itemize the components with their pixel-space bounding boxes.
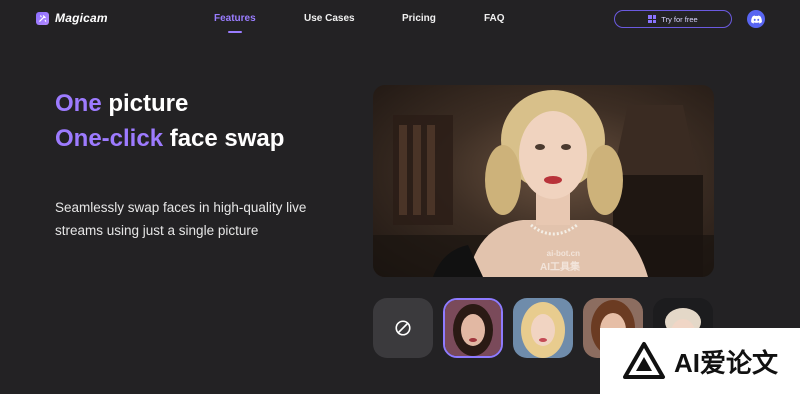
discord-button[interactable]	[747, 10, 765, 28]
no-symbol-icon	[395, 320, 411, 336]
headline-line-2: One-click face swap	[55, 125, 284, 153]
preview-watermark: ai-bot.cn AI工具集	[540, 249, 580, 273]
face-option-1[interactable]	[443, 298, 503, 358]
headline-rest-2: face swap	[163, 125, 285, 152]
nav-faq[interactable]: FAQ	[484, 13, 505, 24]
ai-triangle-logo-icon	[622, 342, 665, 379]
headline-accent-2: One-click	[55, 125, 164, 152]
headline-line-1: One picture	[55, 90, 188, 118]
watermark-top: ai-bot.cn	[546, 249, 580, 258]
logo-text: Magicam	[55, 11, 108, 25]
discord-icon	[750, 15, 762, 23]
nav-use-cases[interactable]: Use Cases	[304, 13, 355, 24]
site-badge: AI爱论文	[600, 328, 800, 394]
description-line-2: streams using just a single picture	[55, 223, 259, 238]
top-nav: Magicam Features Use Cases Pricing FAQ T…	[0, 0, 800, 38]
face-option-2[interactable]	[513, 298, 573, 358]
try-for-free-label: Try for free	[661, 14, 698, 24]
headline-accent-1: One	[55, 90, 102, 117]
nav-features[interactable]: Features	[214, 13, 256, 24]
logo[interactable]: Magicam	[36, 11, 108, 25]
watermark-bottom: AI工具集	[540, 262, 580, 273]
magicam-logo-icon	[36, 11, 49, 25]
nav-active-indicator	[228, 31, 242, 33]
badge-text: AI爱论文	[673, 347, 778, 378]
face-option-none[interactable]	[373, 298, 433, 358]
nav-pricing[interactable]: Pricing	[402, 13, 436, 24]
try-for-free-button[interactable]: Try for free	[614, 10, 732, 28]
headline-rest-1: picture	[101, 90, 189, 117]
description-line-1: Seamlessly swap faces in high-quality li…	[55, 200, 307, 215]
windows-icon	[648, 15, 657, 23]
